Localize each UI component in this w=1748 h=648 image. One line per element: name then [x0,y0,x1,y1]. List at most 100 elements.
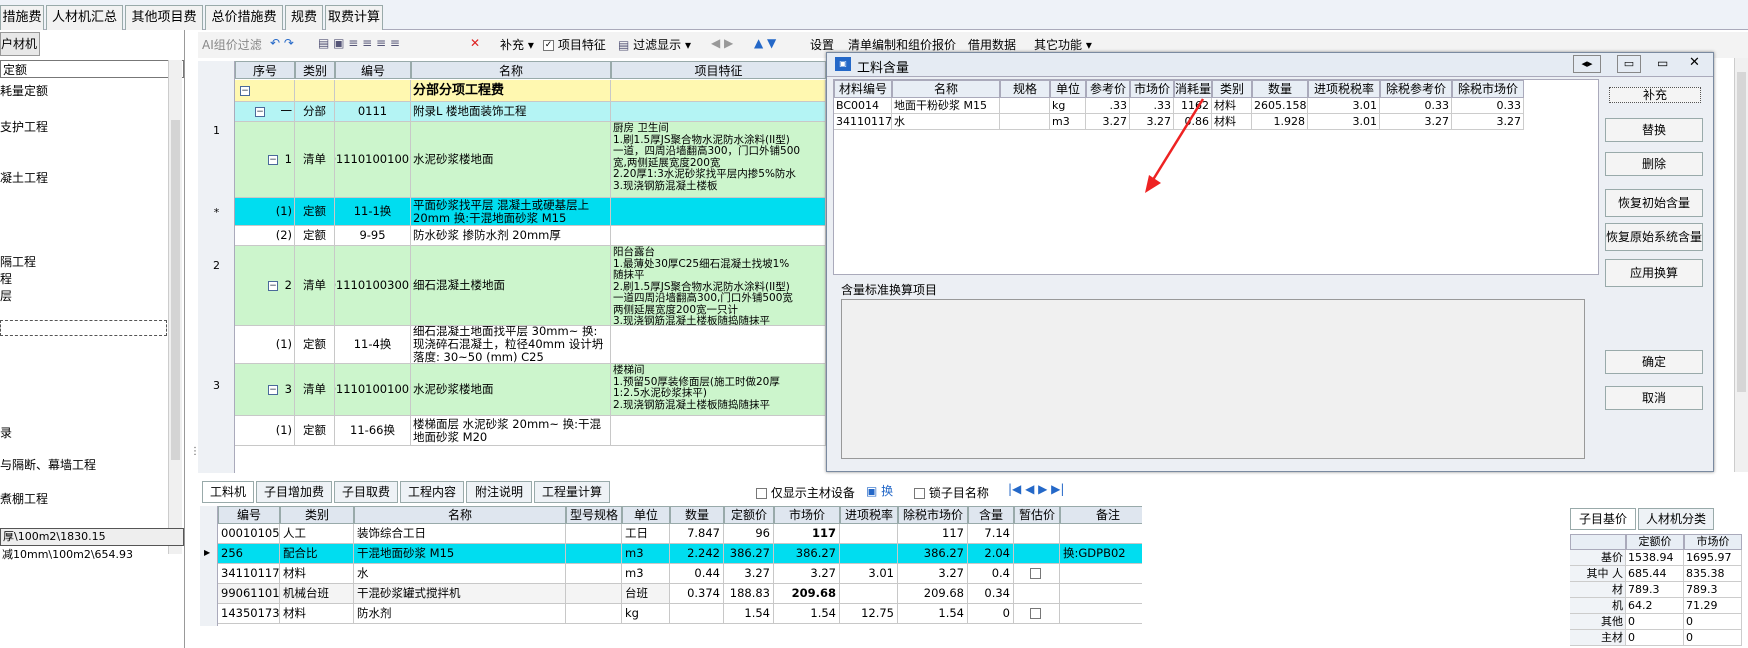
grid-cell-feature[interactable] [611,102,826,122]
grid-cell-seq[interactable]: 3 [235,364,295,416]
bottom-cell[interactable] [1014,584,1060,604]
bottom-cell[interactable]: kg [622,604,670,624]
dialog-col-header[interactable]: 数量 [1252,80,1308,98]
bottom-cell[interactable]: 材料 [280,564,354,584]
bottom-cell[interactable]: 386.27 [724,544,774,564]
bottom-cell[interactable]: 3.27 [774,564,840,584]
bottom-cell[interactable] [840,584,898,604]
collapse-toggle-icon[interactable]: − [268,155,278,165]
dialog-cell[interactable]: 0.33 [1380,98,1452,114]
bottom-cell[interactable] [840,524,898,544]
grid-cell-name[interactable]: 细石混凝土楼地面 [411,246,611,326]
tab-item-surcharge[interactable]: 子目增加费 [256,481,332,503]
bottom-cell[interactable]: 34110117 [218,564,280,584]
bottom-cell[interactable]: 机械台班 [280,584,354,604]
bottom-cell[interactable] [566,524,622,544]
dialog-cell[interactable] [1000,98,1050,114]
tab-materials[interactable]: 工料机 [202,481,254,503]
bottom-cell[interactable] [1014,524,1060,544]
ok-button[interactable]: 确定 [1605,350,1703,374]
dialog-cell[interactable]: m3 [1050,114,1086,130]
bottom-col-header[interactable]: 除税市场价 [898,506,968,524]
bottom-col-header[interactable]: 类别 [280,506,354,524]
dialog-cell[interactable]: BC0014 [834,98,892,114]
restore-initial-button[interactable]: 恢复初始含量 [1605,189,1703,217]
dialog-titlebar[interactable]: ▣ 工料含量 ◂▸ ▭ ▭ ✕ [827,53,1713,77]
grid-cell-code[interactable]: 011101001001 [335,122,411,198]
grid-cell-feature[interactable] [611,80,826,102]
grid-cell-code[interactable]: 11-1换 [335,198,411,226]
resize-icon[interactable]: ◂▸ [1573,55,1601,73]
tab-base-price[interactable]: 子目基价 [1570,508,1636,530]
tab-labor-material-summary[interactable]: 人材机汇总 [46,5,123,30]
col-header[interactable]: 序号 [235,61,295,79]
bottom-cell[interactable]: 0 [968,604,1014,624]
bottom-col-header[interactable]: 型号规格 [566,506,622,524]
grid-cell-feature[interactable] [611,326,826,364]
bottom-cell[interactable]: 256 [218,544,280,564]
bottom-cell[interactable]: 990611010 [218,584,280,604]
bottom-cell[interactable]: 00010105 [218,524,280,544]
bottom-cell[interactable]: m3 [622,564,670,584]
splitter-handle[interactable]: ⋮ [190,446,200,457]
tab-other-items[interactable]: 其他项目费 [125,5,203,30]
col-header[interactable]: 名称 [411,61,611,79]
bottom-col-header[interactable]: 单位 [622,506,670,524]
grid-cell-name[interactable]: 附录L 楼地面装饰工程 [411,102,611,122]
grid-cell-code[interactable]: 9-95 [335,226,411,246]
borrow-data-button[interactable]: 借用数据 [968,36,1016,53]
grid-cell-code[interactable]: 011101003001 [335,246,411,326]
tree-item[interactable]: 隔工程 [0,253,36,270]
bottom-col-header[interactable]: 数量 [670,506,724,524]
restore-system-button[interactable]: 恢复原始系统含量 [1605,223,1703,251]
grid-cell-feature[interactable]: 楼梯间 1.预留50厚装修面层(施工时做20厚 1:2.5水泥砂浆抹平) 2.现… [611,364,826,416]
bottom-cell[interactable]: 装饰综合工日 [354,524,566,544]
grid-tools-icon[interactable]: ▤ ▣ ≡ ≡ ≡ ≡ [318,36,400,50]
tab-item-fee[interactable]: 子目取费 [334,481,398,503]
grid-cell-type[interactable]: 清单 [295,246,335,326]
tree-item[interactable]: 凝土工程 [0,169,48,186]
bottom-cell[interactable]: 换:GDPB02 [1060,544,1142,564]
only-main-checkbox[interactable]: 仅显示主材设备 [756,484,855,501]
bottom-cell[interactable]: 209.68 [898,584,968,604]
bottom-cell[interactable]: 水 [354,564,566,584]
bottom-cell[interactable] [670,604,724,624]
tab-fees[interactable]: 规费 [285,5,323,30]
bottom-cell[interactable]: 386.27 [898,544,968,564]
bottom-cell[interactable] [566,564,622,584]
bottom-cell[interactable]: 96 [724,524,774,544]
bottom-cell[interactable] [566,604,622,624]
nav-arrows-icon[interactable]: ◀ ▶ [711,36,733,50]
bottom-cell[interactable]: 工日 [622,524,670,544]
bottom-cell[interactable]: 防水剂 [354,604,566,624]
collapse-toggle-icon[interactable]: − [268,385,278,395]
col-header[interactable]: 编号 [335,61,411,79]
grid-cell-feature[interactable] [611,198,826,226]
grid-cell-feature[interactable]: 阳台露台 1.最薄处30厚C25细石混凝土找坡1% 随抹平 2.刷1.5厚JS聚… [611,246,826,326]
restore-icon[interactable]: ▭ [1657,56,1668,70]
bottom-col-header[interactable]: 名称 [354,506,566,524]
grid-cell-feature[interactable] [611,416,826,446]
bottom-cell[interactable]: 117 [898,524,968,544]
tree-item[interactable]: 耗量定额 [0,82,48,99]
bottom-cell[interactable]: 干混地面砂浆 M15 [354,544,566,564]
grid-cell-seq[interactable]: (1) [235,198,295,226]
bottom-col-header[interactable]: 备注 [1060,506,1142,524]
dialog-cell[interactable] [1000,114,1050,130]
grid-cell-type[interactable]: 分部 [295,102,335,122]
supplement-menu[interactable]: 补充 ▾ [500,36,534,53]
bottom-cell[interactable]: 386.27 [774,544,840,564]
bottom-cell[interactable]: 2.242 [670,544,724,564]
bottom-cell[interactable] [566,584,622,604]
close-icon[interactable]: ✕ [1689,55,1700,70]
list-price-button[interactable]: 清单编制和组价报价 [848,36,956,53]
grid-cell-type[interactable]: 定额 [295,226,335,246]
bottom-cell[interactable]: 7.847 [670,524,724,544]
bottom-cell[interactable] [566,544,622,564]
dialog-cell[interactable]: 1.928 [1252,114,1308,130]
bottom-cell[interactable]: 1.54 [774,604,840,624]
settings-button[interactable]: 设置 [810,36,834,53]
dialog-col-header[interactable]: 参考价 [1086,80,1130,98]
grid-cell-feature[interactable]: 厨房 卫生间 1.刷1.5厚JS聚合物水泥防水涂料(II型) 一道，四周沿墙翻高… [611,122,826,198]
grid-cell-type[interactable]: 定额 [295,416,335,446]
